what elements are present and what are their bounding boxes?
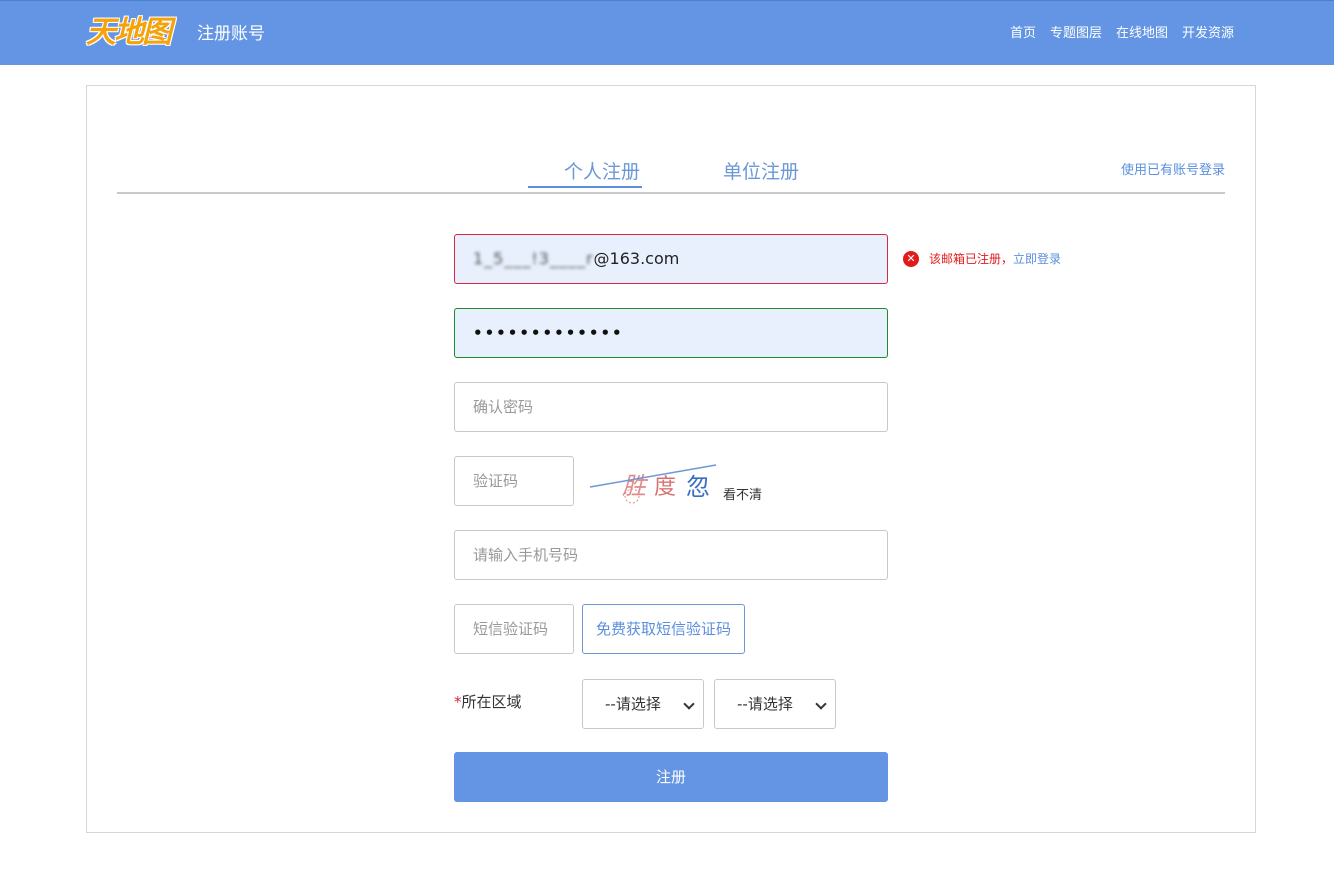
captcha-glyph-2: 度 <box>654 475 676 500</box>
page-title: 注册账号 <box>197 24 265 44</box>
top-nav: 首页 专题图层 在线地图 开发资源 <box>1010 25 1234 43</box>
city-select[interactable]: --请选择 <box>714 679 836 729</box>
captcha-refresh-link[interactable]: 看不清 <box>723 487 762 505</box>
top-header: 天地图 注册账号 首页 专题图层 在线地图 开发资源 <box>0 0 1334 65</box>
province-select-value: --请选择 <box>605 695 661 713</box>
chevron-down-icon <box>815 698 827 710</box>
phone-input[interactable]: 请输入手机号码 <box>454 530 888 580</box>
tab-unit-register[interactable]: 单位注册 <box>723 158 799 186</box>
confirm-password-field[interactable]: 确认密码 <box>454 382 888 432</box>
region-label-text: 所在区域 <box>461 693 522 711</box>
sms-code-input[interactable]: 短信验证码 <box>454 604 574 654</box>
required-star: * <box>454 693 462 711</box>
region-label: *所在区域 <box>454 692 522 712</box>
email-domain: @163.com <box>593 249 680 268</box>
city-select-value: --请选择 <box>737 695 793 713</box>
login-now-link[interactable]: 立即登录 <box>1013 252 1061 266</box>
nav-thematic-layers[interactable]: 专题图层 <box>1050 25 1102 43</box>
email-error-text: 该邮箱已注册， <box>929 252 1014 266</box>
tabs-divider <box>117 192 1225 194</box>
use-existing-account-link[interactable]: 使用已有账号登录 <box>1121 162 1225 180</box>
active-tab-indicator <box>528 186 642 188</box>
nav-online-map[interactable]: 在线地图 <box>1116 25 1168 43</box>
password-field[interactable]: ••••••••••••• <box>454 308 888 358</box>
email-field[interactable]: 1_5___!3____r@163.com <box>454 234 888 284</box>
error-icon: ✕ <box>903 251 919 267</box>
captcha-input[interactable]: 验证码 <box>454 456 574 506</box>
get-sms-code-button[interactable]: 免费获取短信验证码 <box>582 604 745 654</box>
nav-dev-resources[interactable]: 开发资源 <box>1182 25 1234 43</box>
captcha-glyph-1: 胜 <box>622 472 649 500</box>
tianditu-logo[interactable]: 天地图 <box>86 15 172 51</box>
tab-personal-register[interactable]: 个人注册 <box>547 158 657 186</box>
register-button[interactable]: 注册 <box>454 752 888 802</box>
province-select[interactable]: --请选择 <box>582 679 704 729</box>
password-mask: ••••••••••••• <box>473 324 624 342</box>
email-redacted-part: 1_5___!3____r <box>473 249 594 268</box>
captcha-image[interactable]: 胜 度 忽 <box>588 457 718 507</box>
email-error-message: 该邮箱已注册，立即登录 <box>929 251 1061 267</box>
chevron-down-icon <box>683 698 695 710</box>
nav-home[interactable]: 首页 <box>1010 25 1036 43</box>
captcha-glyph-3: 忽 <box>686 473 710 501</box>
